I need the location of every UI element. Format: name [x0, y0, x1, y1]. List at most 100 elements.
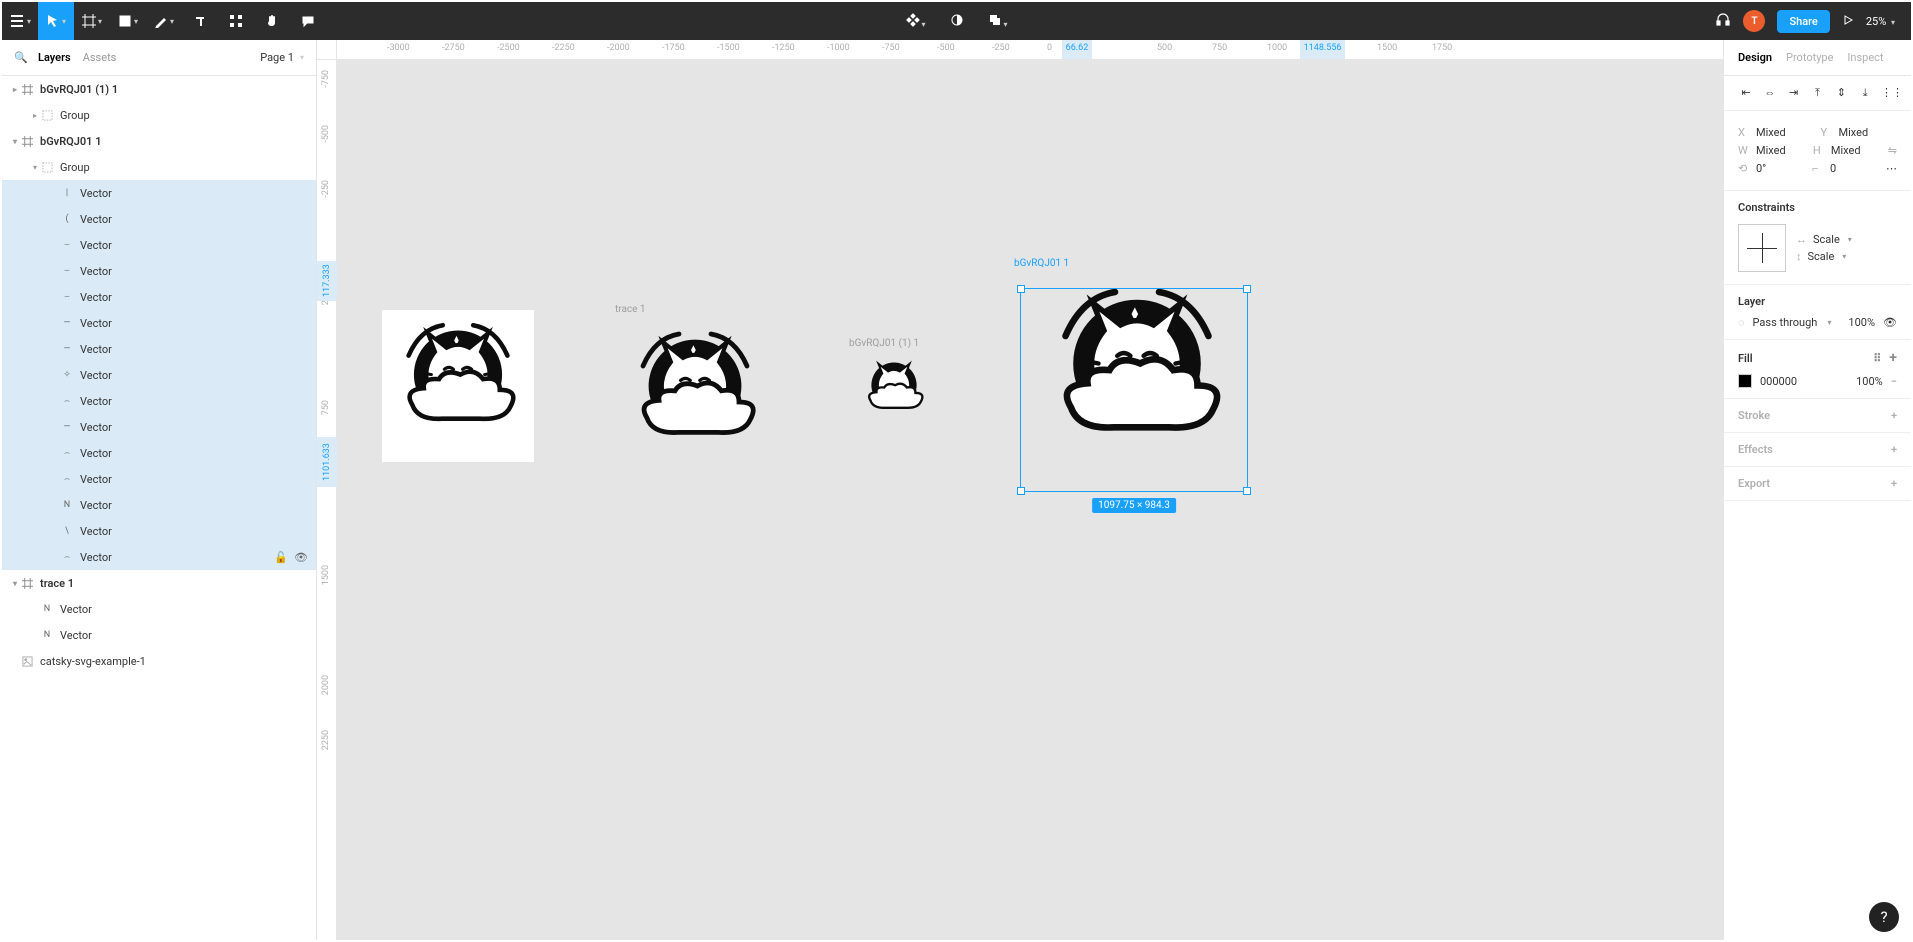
comment-tool[interactable]: [290, 2, 326, 40]
layer-row[interactable]: ▸bGvRQJ01 (1) 1: [2, 76, 316, 102]
layer-row[interactable]: ✧Vector: [2, 362, 316, 388]
layer-row[interactable]: (Vector: [2, 206, 316, 232]
x-field[interactable]: Mixed: [1756, 126, 1815, 139]
move-tool[interactable]: ▾: [38, 2, 74, 40]
v-constraint-select[interactable]: Scale: [1808, 250, 1835, 263]
expand-arrow-icon[interactable]: ▸: [10, 85, 20, 94]
expand-arrow-icon[interactable]: ▾: [30, 163, 40, 172]
resources-tool[interactable]: [218, 2, 254, 40]
h-field[interactable]: Mixed: [1831, 144, 1882, 157]
layer-row[interactable]: ▾bGvRQJ01 1: [2, 128, 316, 154]
frame-label-main[interactable]: bGvRQJ01 1: [1014, 258, 1069, 269]
page-selector[interactable]: Page 1▾: [260, 51, 304, 64]
add-stroke-button[interactable]: +: [1891, 409, 1897, 422]
layer-row[interactable]: ⌣Vector: [2, 232, 316, 258]
layer-row[interactable]: —Vector: [2, 310, 316, 336]
share-button[interactable]: Share: [1777, 10, 1829, 33]
align-bottom-icon[interactable]: ⤓: [1857, 86, 1873, 100]
sel-handle-se[interactable]: [1243, 487, 1251, 495]
expand-arrow-icon[interactable]: ▸: [30, 111, 40, 120]
search-icon[interactable]: 🔍: [14, 51, 28, 64]
tab-layers[interactable]: Layers: [38, 51, 71, 64]
component-icon[interactable]: ▾: [905, 13, 925, 30]
radius-field[interactable]: 0: [1830, 162, 1880, 175]
layer-row[interactable]: ▾trace 1: [2, 570, 316, 596]
layer-row[interactable]: NVector: [2, 596, 316, 622]
ruler-tick: 1750: [1432, 43, 1452, 53]
sel-handle-nw[interactable]: [1017, 285, 1025, 293]
add-fill-button[interactable]: +: [1889, 350, 1897, 366]
frame-label-trace1[interactable]: trace 1: [615, 304, 646, 315]
align-top-icon[interactable]: ⤒: [1809, 86, 1825, 100]
shape-tool[interactable]: ▾: [110, 2, 146, 40]
eye-icon[interactable]: 👁: [294, 551, 308, 564]
add-export-button[interactable]: +: [1891, 477, 1897, 490]
layer-row[interactable]: —Vector: [2, 414, 316, 440]
selection-box[interactable]: 1097.75 × 984.3: [1020, 288, 1248, 492]
fill-swatch[interactable]: [1738, 374, 1752, 388]
remove-fill-icon[interactable]: −: [1891, 375, 1897, 388]
layer-row[interactable]: NVector: [2, 622, 316, 648]
blend-mode-select[interactable]: Pass through: [1753, 316, 1818, 329]
lock-icon[interactable]: 🔓: [274, 551, 288, 564]
expand-arrow-icon[interactable]: ▾: [10, 579, 20, 588]
ruler-vertical[interactable]: -750-500-2502507501000150020002250117.33…: [317, 60, 337, 940]
main-menu[interactable]: ▾: [2, 2, 38, 40]
align-right-icon[interactable]: ⇥: [1786, 86, 1802, 100]
tab-assets[interactable]: Assets: [83, 51, 117, 64]
hand-tool[interactable]: [254, 2, 290, 40]
more-options-icon[interactable]: ⋯: [1886, 162, 1897, 175]
boolean-icon[interactable]: ▾: [988, 13, 1008, 30]
canvas[interactable]: trace 1 bGvRQJ01 (1) 1 bGvRQJ01 1 1097.7…: [337, 60, 1723, 940]
pen-tool[interactable]: ▾: [146, 2, 182, 40]
fill-hex[interactable]: 000000: [1760, 375, 1797, 388]
add-effect-button[interactable]: +: [1891, 443, 1897, 456]
layer-row[interactable]: \Vector: [2, 518, 316, 544]
tab-inspect[interactable]: Inspect: [1847, 51, 1883, 64]
h-constraint-select[interactable]: Scale: [1813, 233, 1840, 246]
help-button[interactable]: ?: [1869, 902, 1899, 932]
align-left-icon[interactable]: ⇤: [1738, 86, 1754, 100]
align-hcenter-icon[interactable]: ⇔: [1762, 86, 1778, 100]
layer-row[interactable]: ⌢Vector🔓👁: [2, 544, 316, 570]
constraint-widget[interactable]: [1738, 224, 1786, 272]
layer-row[interactable]: catsky-svg-example-1: [2, 648, 316, 674]
frame-tool[interactable]: ▾: [74, 2, 110, 40]
layer-row[interactable]: ⌣Vector: [2, 258, 316, 284]
tab-prototype[interactable]: Prototype: [1786, 51, 1833, 64]
rotation-field[interactable]: 0°: [1756, 162, 1806, 175]
w-field[interactable]: Mixed: [1756, 144, 1807, 157]
layer-row[interactable]: ⌢Vector: [2, 466, 316, 492]
layer-row[interactable]: ⌢Vector: [2, 440, 316, 466]
tab-design[interactable]: Design: [1738, 51, 1772, 64]
sel-handle-ne[interactable]: [1243, 285, 1251, 293]
text-tool[interactable]: [182, 2, 218, 40]
mask-icon[interactable]: [950, 13, 964, 30]
fill-style-icon[interactable]: ⠿: [1873, 352, 1881, 365]
link-wh-icon[interactable]: ⇋: [1888, 144, 1897, 157]
layer-row[interactable]: ▾Group: [2, 154, 316, 180]
zoom-dropdown[interactable]: 25% ▾: [1866, 15, 1895, 28]
y-field[interactable]: Mixed: [1839, 126, 1898, 139]
ruler-horizontal[interactable]: -3000-2750-2500-2250-2000-1750-1500-1250…: [337, 40, 1723, 60]
headphones-icon[interactable]: [1715, 12, 1731, 31]
layer-row[interactable]: |Vector: [2, 180, 316, 206]
layer-row[interactable]: —Vector: [2, 336, 316, 362]
layer-row[interactable]: ▸Group: [2, 102, 316, 128]
align-vcenter-icon[interactable]: ⇕: [1833, 86, 1849, 100]
present-icon[interactable]: [1842, 14, 1854, 29]
artboard-small[interactable]: [855, 352, 933, 422]
layer-row[interactable]: ⌢Vector: [2, 388, 316, 414]
layer-row[interactable]: ⌣Vector: [2, 284, 316, 310]
layer-row[interactable]: NVector: [2, 492, 316, 518]
fill-opacity[interactable]: 100%: [1856, 375, 1883, 388]
artboard-1[interactable]: [382, 310, 534, 462]
frame-label-dup[interactable]: bGvRQJ01 (1) 1: [849, 338, 919, 349]
opacity-field[interactable]: 100%: [1848, 316, 1875, 329]
avatar[interactable]: T: [1743, 10, 1765, 32]
expand-arrow-icon[interactable]: ▾: [10, 137, 20, 146]
sel-handle-sw[interactable]: [1017, 487, 1025, 495]
artboard-trace1[interactable]: [615, 318, 775, 458]
distribute-icon[interactable]: ⋮⋮: [1881, 86, 1897, 100]
visibility-icon[interactable]: 👁: [1883, 316, 1897, 329]
